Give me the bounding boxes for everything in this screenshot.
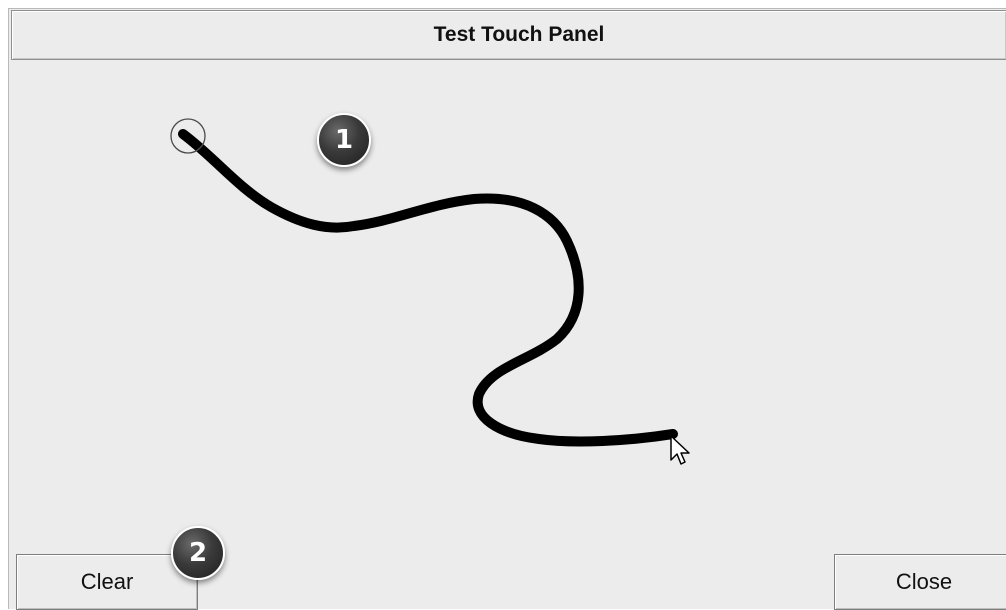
touch-drawing-canvas[interactable] [9, 9, 1006, 610]
callout-badge-1: 1 [317, 113, 371, 167]
close-button[interactable]: Close [834, 554, 1006, 610]
mouse-pointer-icon [670, 435, 690, 465]
test-touch-panel-window: Test Touch Panel Clear Close 1 2 [8, 8, 1006, 610]
clear-button[interactable]: Clear [16, 554, 198, 610]
touch-stroke [178, 129, 678, 447]
callout-badge-2: 2 [171, 526, 225, 580]
